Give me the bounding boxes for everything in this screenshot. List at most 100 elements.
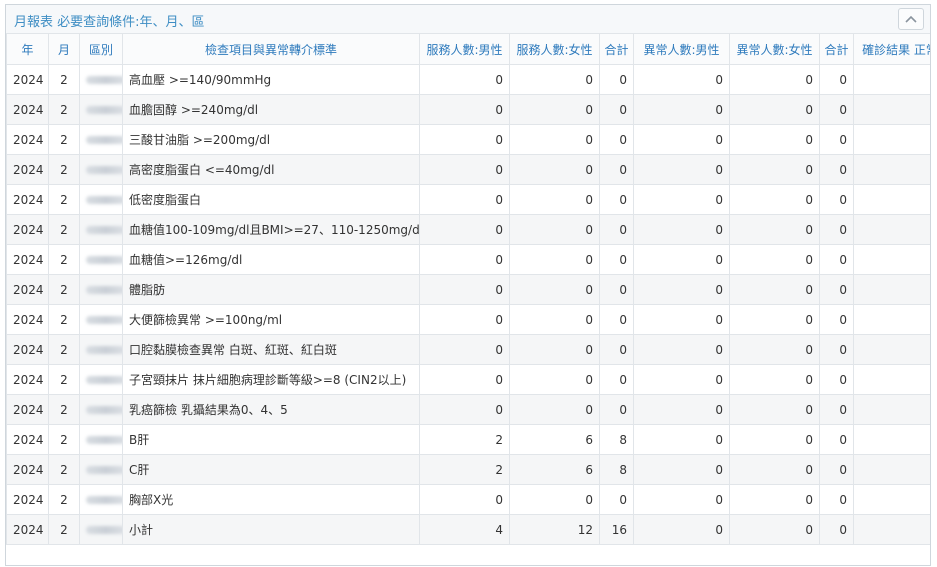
service-total-cell: 0	[599, 274, 634, 305]
month-cell: 2	[48, 364, 80, 395]
service-female-cell: 0	[509, 484, 600, 515]
service-male-cell: 4	[419, 514, 510, 545]
column-header[interactable]: 檢查項目與異常轉介標準	[122, 33, 420, 65]
column-header[interactable]: 合計	[599, 33, 634, 65]
table-row: 2024 2 低密度脂蛋白 0 0 0 0 0 0	[6, 184, 930, 215]
column-header[interactable]: 月	[48, 33, 80, 65]
month-cell: 2	[48, 484, 80, 515]
year-cell: 2024	[6, 244, 49, 275]
year-cell: 2024	[6, 304, 49, 335]
abnormal-male-cell: 0	[633, 184, 730, 215]
year-cell: 2024	[6, 424, 49, 455]
table-row: 2024 2 高密度脂蛋白 <=40mg/dl 0 0 0 0 0 0	[6, 154, 930, 185]
service-total-cell: 0	[599, 214, 634, 245]
table-row: 2024 2 大便篩檢異常 >=100ng/ml 0 0 0 0 0 0	[6, 304, 930, 335]
abnormal-female-cell: 0	[729, 214, 820, 245]
service-male-cell: 0	[419, 244, 510, 275]
month-cell: 2	[48, 94, 80, 125]
service-total-cell: 8	[599, 454, 634, 485]
redacted-district	[86, 316, 122, 324]
abnormal-female-cell: 0	[729, 364, 820, 395]
service-male-cell: 0	[419, 364, 510, 395]
redacted-district	[86, 136, 122, 144]
abnormal-male-cell: 0	[633, 334, 730, 365]
redacted-district	[86, 526, 122, 534]
abnormal-male-cell: 0	[633, 424, 730, 455]
year-cell: 2024	[6, 214, 49, 245]
abnormal-male-cell: 0	[633, 274, 730, 305]
column-header[interactable]: 區別	[79, 33, 123, 65]
collapse-button[interactable]	[898, 8, 924, 30]
abnormal-total-cell: 0	[819, 364, 854, 395]
result-cell	[853, 454, 930, 485]
column-header[interactable]: 服務人數:男性	[419, 33, 510, 65]
redacted-district	[86, 196, 122, 204]
service-total-cell: 0	[599, 94, 634, 125]
column-header[interactable]: 異常人數:女性	[729, 33, 820, 65]
abnormal-female-cell: 0	[729, 424, 820, 455]
abnormal-total-cell: 0	[819, 154, 854, 185]
service-total-cell: 16	[599, 514, 634, 545]
abnormal-total-cell: 0	[819, 484, 854, 515]
item-cell: 大便篩檢異常 >=100ng/ml	[122, 304, 420, 335]
month-cell: 2	[48, 244, 80, 275]
year-cell: 2024	[6, 364, 49, 395]
month-cell: 2	[48, 334, 80, 365]
service-total-cell: 0	[599, 394, 634, 425]
abnormal-female-cell: 0	[729, 274, 820, 305]
abnormal-total-cell: 0	[819, 124, 854, 155]
district-cell	[79, 484, 123, 515]
column-header[interactable]: 合計	[819, 33, 854, 65]
abnormal-female-cell: 0	[729, 154, 820, 185]
service-male-cell: 0	[419, 484, 510, 515]
result-cell	[853, 244, 930, 275]
service-female-cell: 6	[509, 454, 600, 485]
abnormal-total-cell: 0	[819, 334, 854, 365]
service-male-cell: 2	[419, 424, 510, 455]
abnormal-total-cell: 0	[819, 94, 854, 125]
table-row: 2024 2 血膽固醇 >=240mg/dl 0 0 0 0 0 0	[6, 94, 930, 125]
abnormal-total-cell: 0	[819, 424, 854, 455]
service-total-cell: 0	[599, 154, 634, 185]
district-cell	[79, 214, 123, 245]
column-header[interactable]: 確診結果 正常	[853, 33, 930, 65]
service-male-cell: 0	[419, 394, 510, 425]
service-total-cell: 0	[599, 64, 634, 95]
item-cell: 高密度脂蛋白 <=40mg/dl	[122, 154, 420, 185]
column-header[interactable]: 服務人數:女性	[509, 33, 600, 65]
table-row: 2024 2 子宮頸抹片 抹片細胞病理診斷等級>=8 (CIN2以上) 0 0 0 0 0 0	[6, 364, 930, 395]
redacted-district	[86, 436, 122, 444]
service-total-cell: 8	[599, 424, 634, 455]
abnormal-female-cell: 0	[729, 394, 820, 425]
redacted-district	[86, 406, 122, 414]
abnormal-male-cell: 0	[633, 304, 730, 335]
service-female-cell: 0	[509, 184, 600, 215]
redacted-district	[86, 166, 122, 174]
redacted-district	[86, 76, 122, 84]
month-cell: 2	[48, 304, 80, 335]
district-cell	[79, 244, 123, 275]
service-total-cell: 0	[599, 304, 634, 335]
service-total-cell: 0	[599, 244, 634, 275]
service-male-cell: 0	[419, 334, 510, 365]
abnormal-male-cell: 0	[633, 154, 730, 185]
report-table: 年 月 區別 檢查項目與異常轉介標準 服務人數:男性 服務人數:女性 合計 異常…	[6, 33, 930, 545]
abnormal-male-cell: 0	[633, 454, 730, 485]
abnormal-male-cell: 0	[633, 244, 730, 275]
redacted-district	[86, 376, 122, 384]
column-header[interactable]: 異常人數:男性	[633, 33, 730, 65]
month-cell: 2	[48, 184, 80, 215]
item-cell: C肝	[122, 454, 420, 485]
abnormal-female-cell: 0	[729, 514, 820, 545]
column-header[interactable]: 年	[6, 33, 49, 65]
result-cell	[853, 484, 930, 515]
year-cell: 2024	[6, 514, 49, 545]
chevron-up-icon	[905, 15, 917, 23]
year-cell: 2024	[6, 334, 49, 365]
abnormal-total-cell: 0	[819, 304, 854, 335]
abnormal-male-cell: 0	[633, 124, 730, 155]
service-male-cell: 0	[419, 304, 510, 335]
table-header-row: 年 月 區別 檢查項目與異常轉介標準 服務人數:男性 服務人數:女性 合計 異常…	[6, 33, 930, 65]
abnormal-male-cell: 0	[633, 484, 730, 515]
item-cell: 子宮頸抹片 抹片細胞病理診斷等級>=8 (CIN2以上)	[122, 364, 420, 395]
